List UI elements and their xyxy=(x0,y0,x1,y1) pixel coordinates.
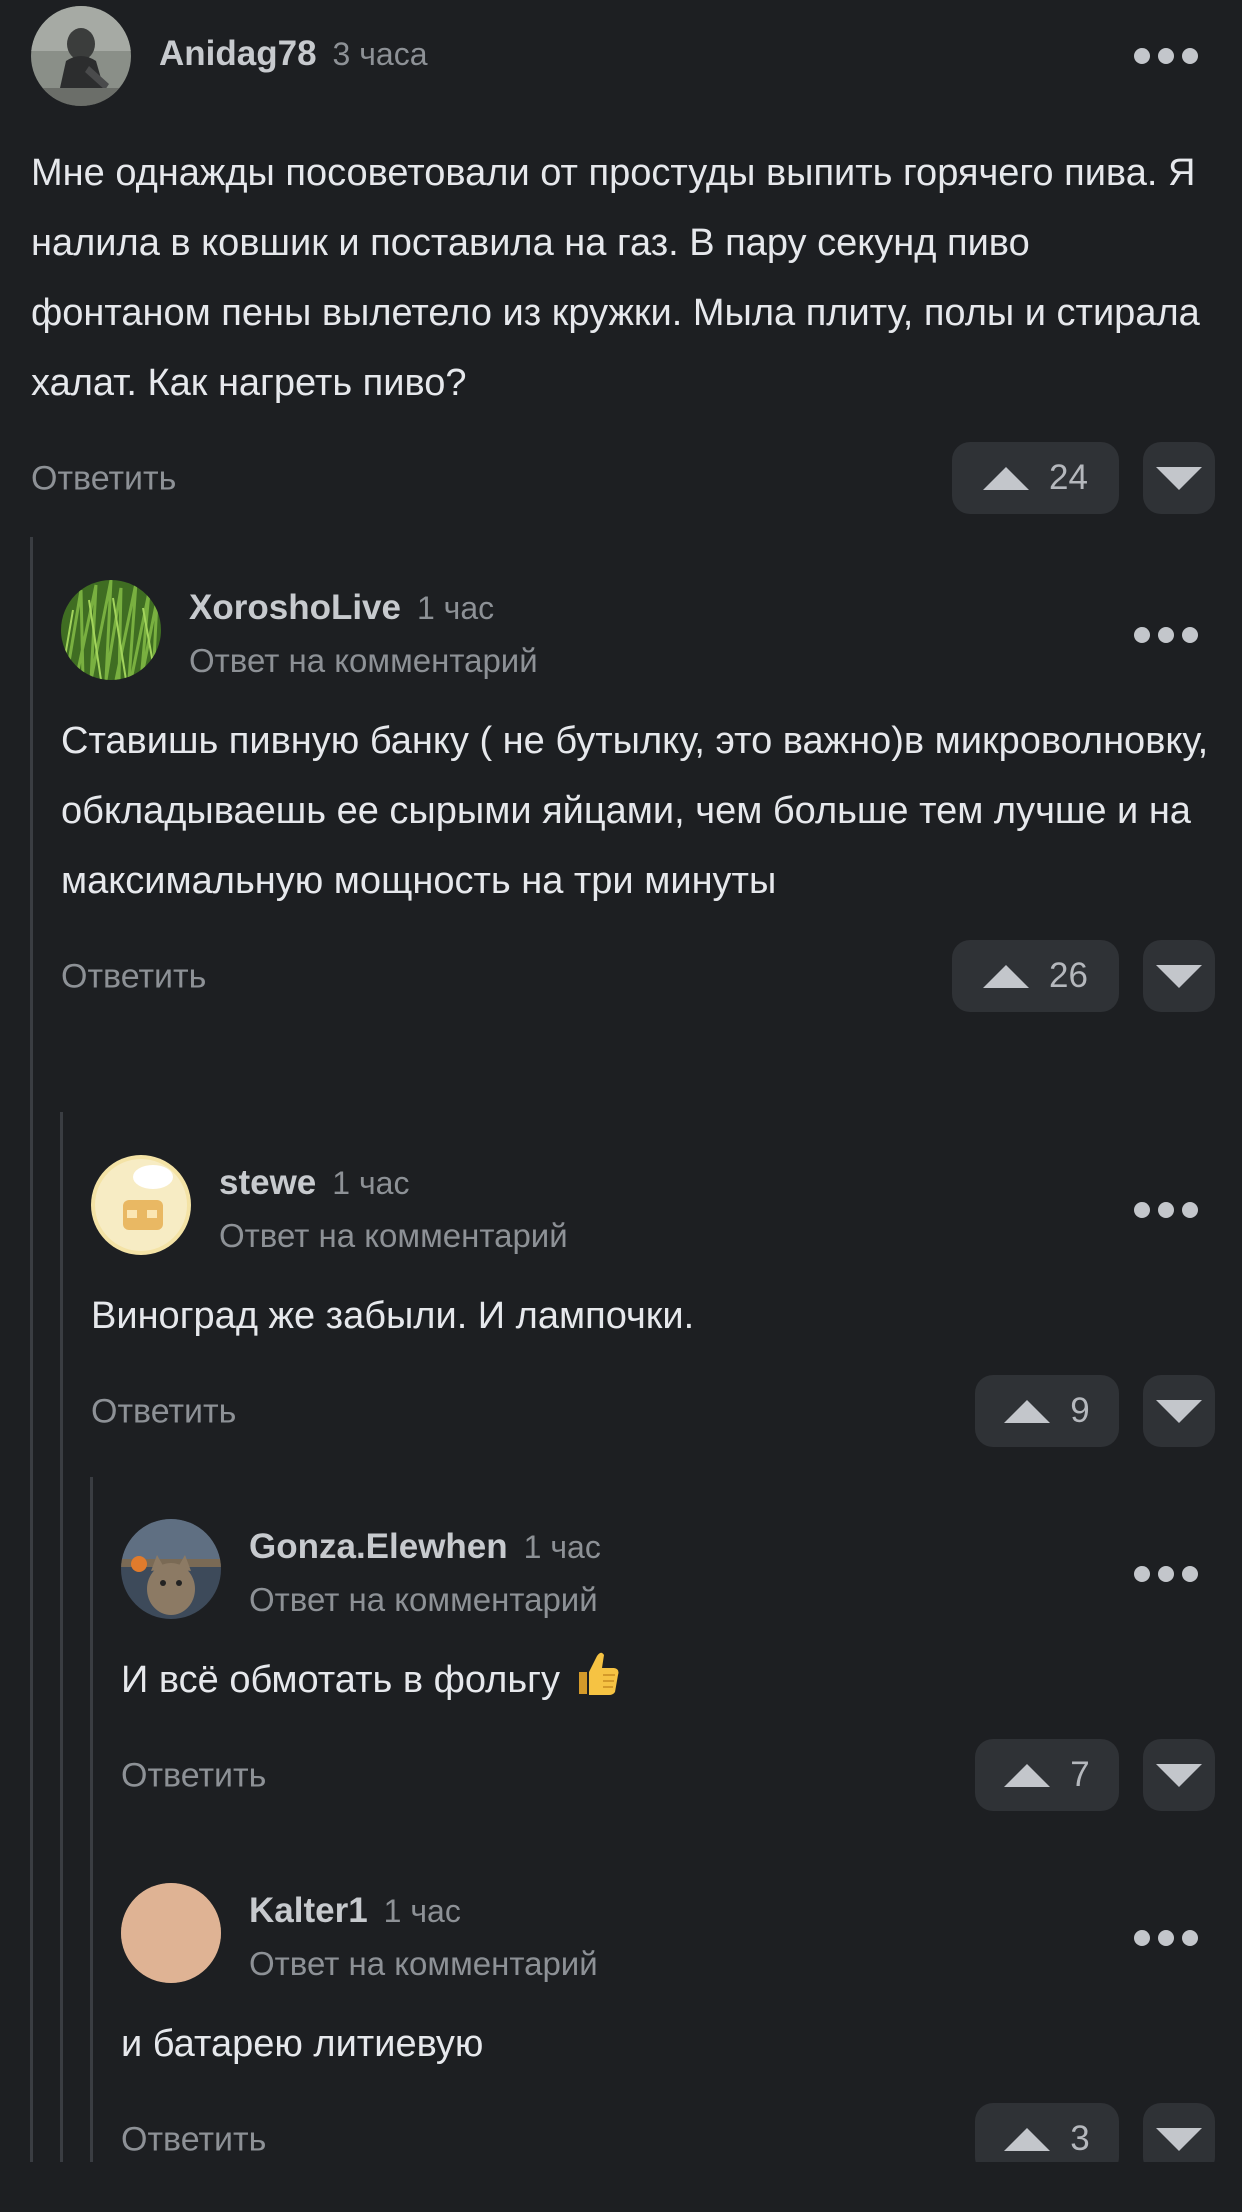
timestamp: 3 часа xyxy=(332,36,428,72)
comment-meta: XoroshoLive 1 час Ответ на комментарий xyxy=(189,588,538,680)
comment-stewe: stewe 1 час Ответ на комментарий Виногра… xyxy=(91,1155,1215,1449)
timestamp: 1 час xyxy=(416,590,495,626)
thread-line-level-1 xyxy=(30,537,33,2162)
more-options-icon[interactable] xyxy=(1134,1564,1198,1584)
arrow-down-icon xyxy=(1156,964,1202,988)
downvote-button[interactable] xyxy=(1143,1739,1215,1811)
arrow-up-icon xyxy=(1004,2127,1051,2151)
bottom-edge xyxy=(0,2162,1242,2212)
comment-text: и батарею литиевую xyxy=(121,2023,484,2065)
avatar-person-photo-icon xyxy=(31,6,131,106)
upvote-button[interactable]: 24 xyxy=(952,442,1119,514)
vote-count: 26 xyxy=(1049,956,1088,995)
arrow-down-icon xyxy=(1156,2127,1202,2151)
username[interactable]: Kalter1 xyxy=(249,1891,368,1931)
reply-button[interactable]: Ответить xyxy=(121,1757,266,1796)
vote-controls: 9 xyxy=(975,1375,1215,1447)
reply-to-label[interactable]: Ответ на комментарий xyxy=(219,1217,568,1255)
timestamp: 1 час xyxy=(523,1529,601,1565)
thread-line-level-3 xyxy=(90,1477,93,2162)
comment-text: И всё обмотать в фольгу xyxy=(121,1659,560,1701)
avatar[interactable] xyxy=(121,1519,221,1619)
comment-meta: Kalter1 1 час Ответ на комментарий xyxy=(249,1891,598,1983)
vote-controls: 26 xyxy=(952,940,1215,1012)
downvote-button[interactable] xyxy=(1143,940,1215,1012)
more-options-icon[interactable] xyxy=(1134,1928,1198,1948)
timestamp: 1 час xyxy=(332,1165,410,1201)
reply-button[interactable]: Ответить xyxy=(61,958,206,997)
comment-footer: Ответить 9 xyxy=(91,1375,1215,1449)
reply-to-label[interactable]: Ответ на комментарий xyxy=(189,642,538,680)
arrow-down-icon xyxy=(1156,1763,1202,1787)
reply-to-label[interactable]: Ответ на комментарий xyxy=(249,1945,598,1983)
comment-text: Виноград же забыли. И лампочки. xyxy=(91,1295,695,1337)
username[interactable]: stewe xyxy=(219,1163,316,1203)
upvote-button[interactable]: 26 xyxy=(952,940,1119,1012)
comment-meta: Gonza.Elewhen 1 час Ответ на комментарий xyxy=(249,1527,601,1619)
comment-kalter1: Kalter1 1 час Ответ на комментарий и бат… xyxy=(121,1883,1215,2177)
upvote-button[interactable]: 7 xyxy=(975,1739,1119,1811)
avatar[interactable] xyxy=(31,6,131,106)
thread-line-level-2 xyxy=(60,1112,63,2162)
reply-button[interactable]: Ответить xyxy=(121,2121,266,2160)
arrow-up-icon xyxy=(1004,1399,1051,1423)
comment-meta: stewe 1 час Ответ на комментарий xyxy=(219,1163,568,1255)
vote-count: 24 xyxy=(1049,458,1088,497)
comment-header: Gonza.Elewhen 1 час Ответ на комментарий xyxy=(121,1519,1215,1619)
downvote-button[interactable] xyxy=(1143,442,1215,514)
comment-text: Ставишь пивную банку ( не бутылку, это в… xyxy=(61,720,1219,902)
comment-footer: Ответить 26 xyxy=(61,940,1215,1014)
comment-meta: Anidag78 3 часа xyxy=(159,14,428,74)
vote-count: 7 xyxy=(1070,1755,1090,1794)
comment-anidag78: Anidag78 3 часа Мне однажды посоветовали… xyxy=(31,6,1215,516)
avatar[interactable] xyxy=(91,1155,191,1255)
vote-count: 3 xyxy=(1070,2119,1090,2158)
arrow-down-icon xyxy=(1156,1399,1202,1423)
comment-text: Мне однажды посоветовали от простуды вып… xyxy=(31,152,1211,404)
vote-controls: 24 xyxy=(952,442,1215,514)
comment-footer: Ответить 7 xyxy=(121,1739,1215,1813)
arrow-up-icon xyxy=(1004,1763,1051,1787)
upvote-button[interactable]: 9 xyxy=(975,1375,1119,1447)
comment-footer: Ответить 24 xyxy=(31,442,1215,516)
arrow-down-icon xyxy=(1156,466,1202,490)
avatar-chef-cartoon-icon xyxy=(91,1155,191,1255)
vote-count: 9 xyxy=(1070,1391,1090,1430)
username[interactable]: XoroshoLive xyxy=(189,588,401,628)
thumbs-up-emoji-icon xyxy=(578,1652,619,1695)
comment-header: XoroshoLive 1 час Ответ на комментарий xyxy=(61,580,1215,680)
comment-header: Anidag78 3 часа xyxy=(31,6,1215,106)
downvote-button[interactable] xyxy=(1143,1375,1215,1447)
more-options-icon[interactable] xyxy=(1134,1200,1198,1220)
avatar-cat-photo-icon xyxy=(121,1519,221,1619)
avatar[interactable] xyxy=(61,580,161,680)
username[interactable]: Anidag78 xyxy=(159,34,317,74)
avatar-beige-circle-icon xyxy=(121,1883,221,1983)
reply-to-label[interactable]: Ответ на комментарий xyxy=(249,1581,601,1619)
username[interactable]: Gonza.Elewhen xyxy=(249,1527,508,1567)
comment-header: Kalter1 1 час Ответ на комментарий xyxy=(121,1883,1215,1983)
more-options-icon[interactable] xyxy=(1134,46,1198,66)
comment-header: stewe 1 час Ответ на комментарий xyxy=(91,1155,1215,1255)
reply-button[interactable]: Ответить xyxy=(91,1393,236,1432)
timestamp: 1 час xyxy=(383,1893,461,1929)
arrow-up-icon xyxy=(983,964,1030,988)
reply-button[interactable]: Ответить xyxy=(31,460,176,499)
avatar[interactable] xyxy=(121,1883,221,1983)
vote-controls: 7 xyxy=(975,1739,1215,1811)
more-options-icon[interactable] xyxy=(1134,625,1198,645)
comment-xoroshlive: XoroshoLive 1 час Ответ на комментарий С… xyxy=(61,580,1215,1014)
avatar-grass-photo-icon xyxy=(61,580,161,680)
arrow-up-icon xyxy=(983,466,1030,490)
comment-text-wrapper: И всё обмотать в фольгу xyxy=(121,1645,1215,1715)
comment-gonza-elewhen: Gonza.Elewhen 1 час Ответ на комментарий… xyxy=(121,1519,1215,1813)
